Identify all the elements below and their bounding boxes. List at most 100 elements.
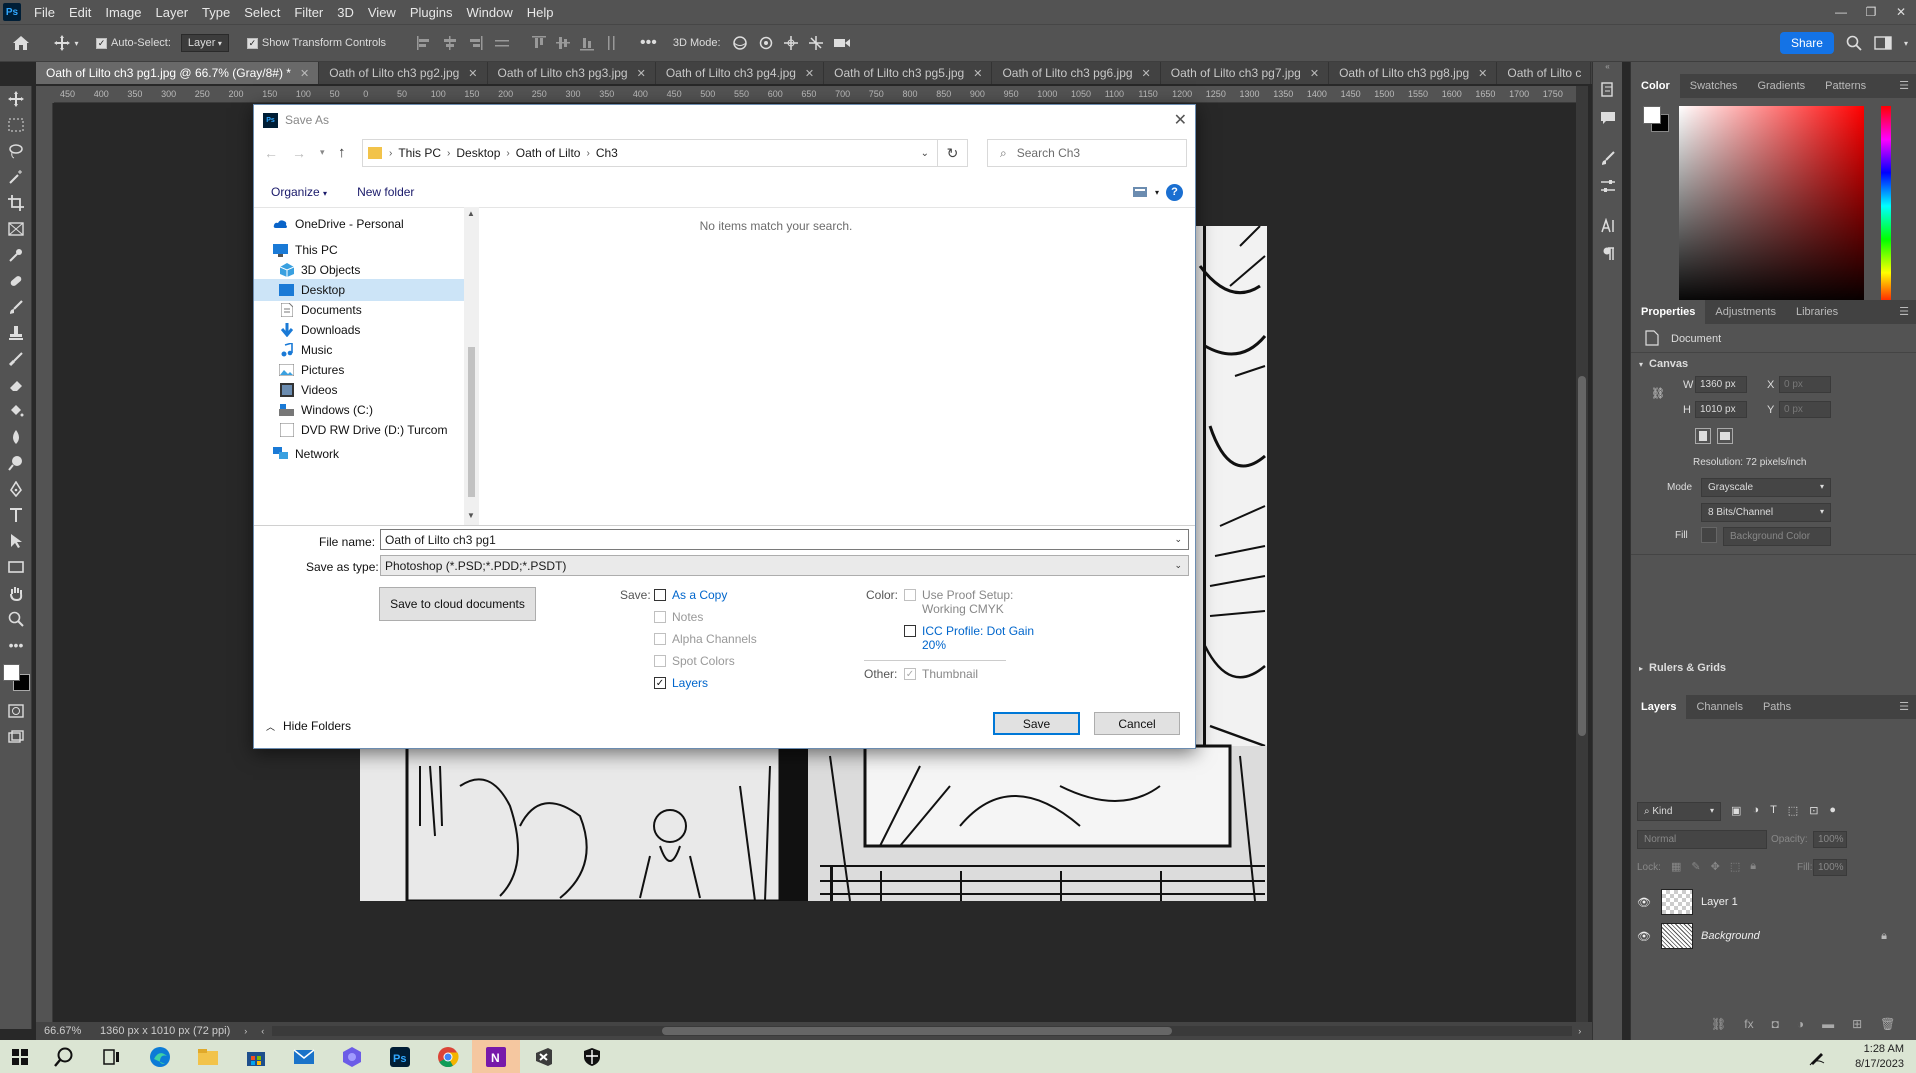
path-selection-icon[interactable]: [0, 528, 32, 554]
visibility-eye-icon[interactable]: 👁︎: [1631, 896, 1657, 909]
restore-icon[interactable]: ❐: [1856, 5, 1886, 19]
tab-close-icon[interactable]: ✕: [1478, 67, 1487, 80]
tab-close-icon[interactable]: ✕: [1142, 67, 1151, 80]
history-panel-icon[interactable]: [1593, 76, 1623, 104]
x-input[interactable]: 0 px: [1779, 376, 1831, 393]
document-tab[interactable]: Oath of Lilto ch3 pg1.jpg @ 66.7% (Gray/…: [36, 62, 320, 84]
tab-patterns[interactable]: Patterns: [1815, 74, 1876, 98]
zoom-tool-icon[interactable]: [0, 606, 32, 632]
new-folder-button[interactable]: New folder: [357, 185, 414, 199]
blur-tool-icon[interactable]: [0, 424, 32, 450]
tab-color[interactable]: Color: [1631, 74, 1680, 98]
tab-close-icon[interactable]: ✕: [468, 67, 477, 80]
breadcrumb-desktop[interactable]: Desktop: [451, 146, 505, 160]
menu-help[interactable]: Help: [520, 5, 561, 20]
status-menu-chevron-icon[interactable]: ›: [244, 1026, 247, 1036]
layer-kind-filter[interactable]: ⌕ Kind ▾: [1637, 802, 1721, 821]
foreground-color-swatch[interactable]: [3, 664, 20, 681]
tab-channels[interactable]: Channels: [1686, 695, 1752, 719]
document-tab[interactable]: Oath of Lilto ch3 pg2.jpg ✕: [319, 62, 488, 84]
document-tab[interactable]: Oath of Lilto ch3 pg6.jpg ✕: [992, 62, 1161, 84]
layer-row[interactable]: 👁︎ Layer 1: [1631, 885, 1916, 919]
frame-tool-icon[interactable]: [0, 216, 32, 242]
type-tool-icon[interactable]: [0, 502, 32, 528]
nav-item[interactable]: This PC: [254, 239, 464, 261]
trash-icon[interactable]: 🗑︎: [1880, 1017, 1895, 1031]
eraser-icon[interactable]: [0, 372, 32, 398]
chrome-icon[interactable]: [424, 1040, 472, 1073]
save-type-dropdown[interactable]: Photoshop (*.PSD;*.PDD;*.PSDT) ⌄: [380, 555, 1189, 576]
marquee-tool-icon[interactable]: [0, 112, 32, 138]
align-top-icon[interactable]: [532, 35, 547, 51]
document-tab[interactable]: Oath of Lilto ch3 pg3.jpg ✕: [488, 62, 656, 84]
menu-window[interactable]: Window: [459, 5, 519, 20]
screen-mode-icon[interactable]: [0, 724, 32, 750]
tab-libraries[interactable]: Libraries: [1786, 300, 1848, 324]
align-right-icon[interactable]: [468, 36, 484, 50]
system-clock[interactable]: 1:28 AM 8/17/2023: [1855, 1042, 1904, 1072]
navigation-scrollbar[interactable]: ▲ ▼: [464, 207, 479, 525]
search-box[interactable]: ⌕ Search Ch3: [987, 139, 1187, 167]
file-name-dropdown-chevron-icon[interactable]: ⌄: [1174, 534, 1182, 545]
minimize-icon[interactable]: —: [1826, 5, 1856, 19]
menu-3d[interactable]: 3D: [330, 5, 361, 20]
photoshop-taskbar-icon[interactable]: Ps: [376, 1040, 424, 1073]
menu-type[interactable]: Type: [195, 5, 237, 20]
adjustments-panel-icon[interactable]: [1593, 172, 1623, 200]
width-input[interactable]: 1360 px: [1695, 376, 1747, 393]
tab-close-icon[interactable]: ✕: [1310, 67, 1319, 80]
pen-input-icon[interactable]: [1808, 1048, 1826, 1066]
fill-color-swatch[interactable]: [1701, 527, 1717, 543]
shape-filter-icon[interactable]: ⬚: [1788, 804, 1798, 817]
forward-arrow-icon[interactable]: →: [292, 145, 306, 161]
document-tab[interactable]: Oath of Lilto ch3 pg8.jpg ✕: [1329, 62, 1498, 84]
refresh-icon[interactable]: ↻: [938, 139, 968, 167]
3d-roll-icon[interactable]: [758, 35, 774, 51]
horizontal-scroll-thumb[interactable]: [662, 1027, 1173, 1035]
close-icon[interactable]: ✕: [1886, 5, 1916, 19]
tab-adjustments[interactable]: Adjustments: [1705, 300, 1786, 324]
magic-wand-icon[interactable]: [0, 164, 32, 190]
3d-pan-icon[interactable]: [783, 35, 799, 51]
more-options-icon[interactable]: •••: [640, 34, 657, 52]
view-options-button[interactable]: ▾: [1132, 187, 1159, 197]
mode-dropdown[interactable]: Grayscale ▾: [1701, 478, 1831, 497]
hand-tool-icon[interactable]: [0, 580, 32, 606]
pen-tool-icon[interactable]: [0, 476, 32, 502]
hide-folders-button[interactable]: ︿ Hide Folders: [266, 719, 351, 733]
align-middle-icon[interactable]: [556, 35, 571, 51]
layer-style-icon[interactable]: fx: [1744, 1017, 1753, 1031]
tab-paths[interactable]: Paths: [1753, 695, 1801, 719]
auto-select-dropdown[interactable]: Layer ▾: [180, 34, 229, 52]
document-tab[interactable]: Oath of Lilto ch3 pg7.jpg ✕: [1161, 62, 1330, 84]
type-filter-icon[interactable]: T: [1770, 804, 1777, 817]
recent-locations-chevron-icon[interactable]: ▾: [320, 147, 325, 158]
up-arrow-icon[interactable]: ↑: [338, 144, 346, 161]
dodge-tool-icon[interactable]: [0, 450, 32, 476]
menu-view[interactable]: View: [361, 5, 403, 20]
link-dimensions-icon[interactable]: ⛓: [1651, 387, 1665, 400]
lock-artboard-icon[interactable]: ⬚: [1730, 860, 1740, 873]
portrait-orientation-icon[interactable]: [1695, 428, 1711, 444]
adjustment-filter-icon[interactable]: ◑: [1752, 804, 1759, 817]
tab-properties[interactable]: Properties: [1631, 300, 1706, 324]
clone-stamp-icon[interactable]: [0, 320, 32, 346]
security-shield-icon[interactable]: [568, 1040, 616, 1073]
scroll-down-chevron-icon[interactable]: ▼: [467, 511, 475, 520]
document-tab[interactable]: Oath of Lilto c: [1497, 62, 1592, 84]
organize-button[interactable]: Organize ▾: [271, 185, 327, 199]
workspace-icon[interactable]: [1874, 35, 1892, 51]
paragraph-panel-icon[interactable]: [1593, 240, 1623, 268]
taskbar-search-icon[interactable]: [40, 1040, 88, 1073]
tab-close-icon[interactable]: ✕: [300, 67, 309, 80]
home-icon[interactable]: [0, 35, 42, 51]
scroll-right-icon[interactable]: ›: [1578, 1026, 1581, 1036]
adjustment-layer-icon[interactable]: ◑: [1797, 1017, 1804, 1031]
canvas-vertical-scrollbar[interactable]: [1576, 86, 1588, 1029]
zoom-level[interactable]: 66.67%: [36, 1025, 90, 1037]
properties-menu-icon[interactable]: ☰: [1889, 300, 1916, 324]
breadcrumb-oath-of-lilto[interactable]: Oath of Lilto: [511, 146, 586, 160]
task-view-icon[interactable]: [88, 1040, 136, 1073]
layers-checkbox[interactable]: ✓ Layers: [654, 676, 708, 690]
fill-dropdown[interactable]: Background Color: [1723, 527, 1831, 546]
